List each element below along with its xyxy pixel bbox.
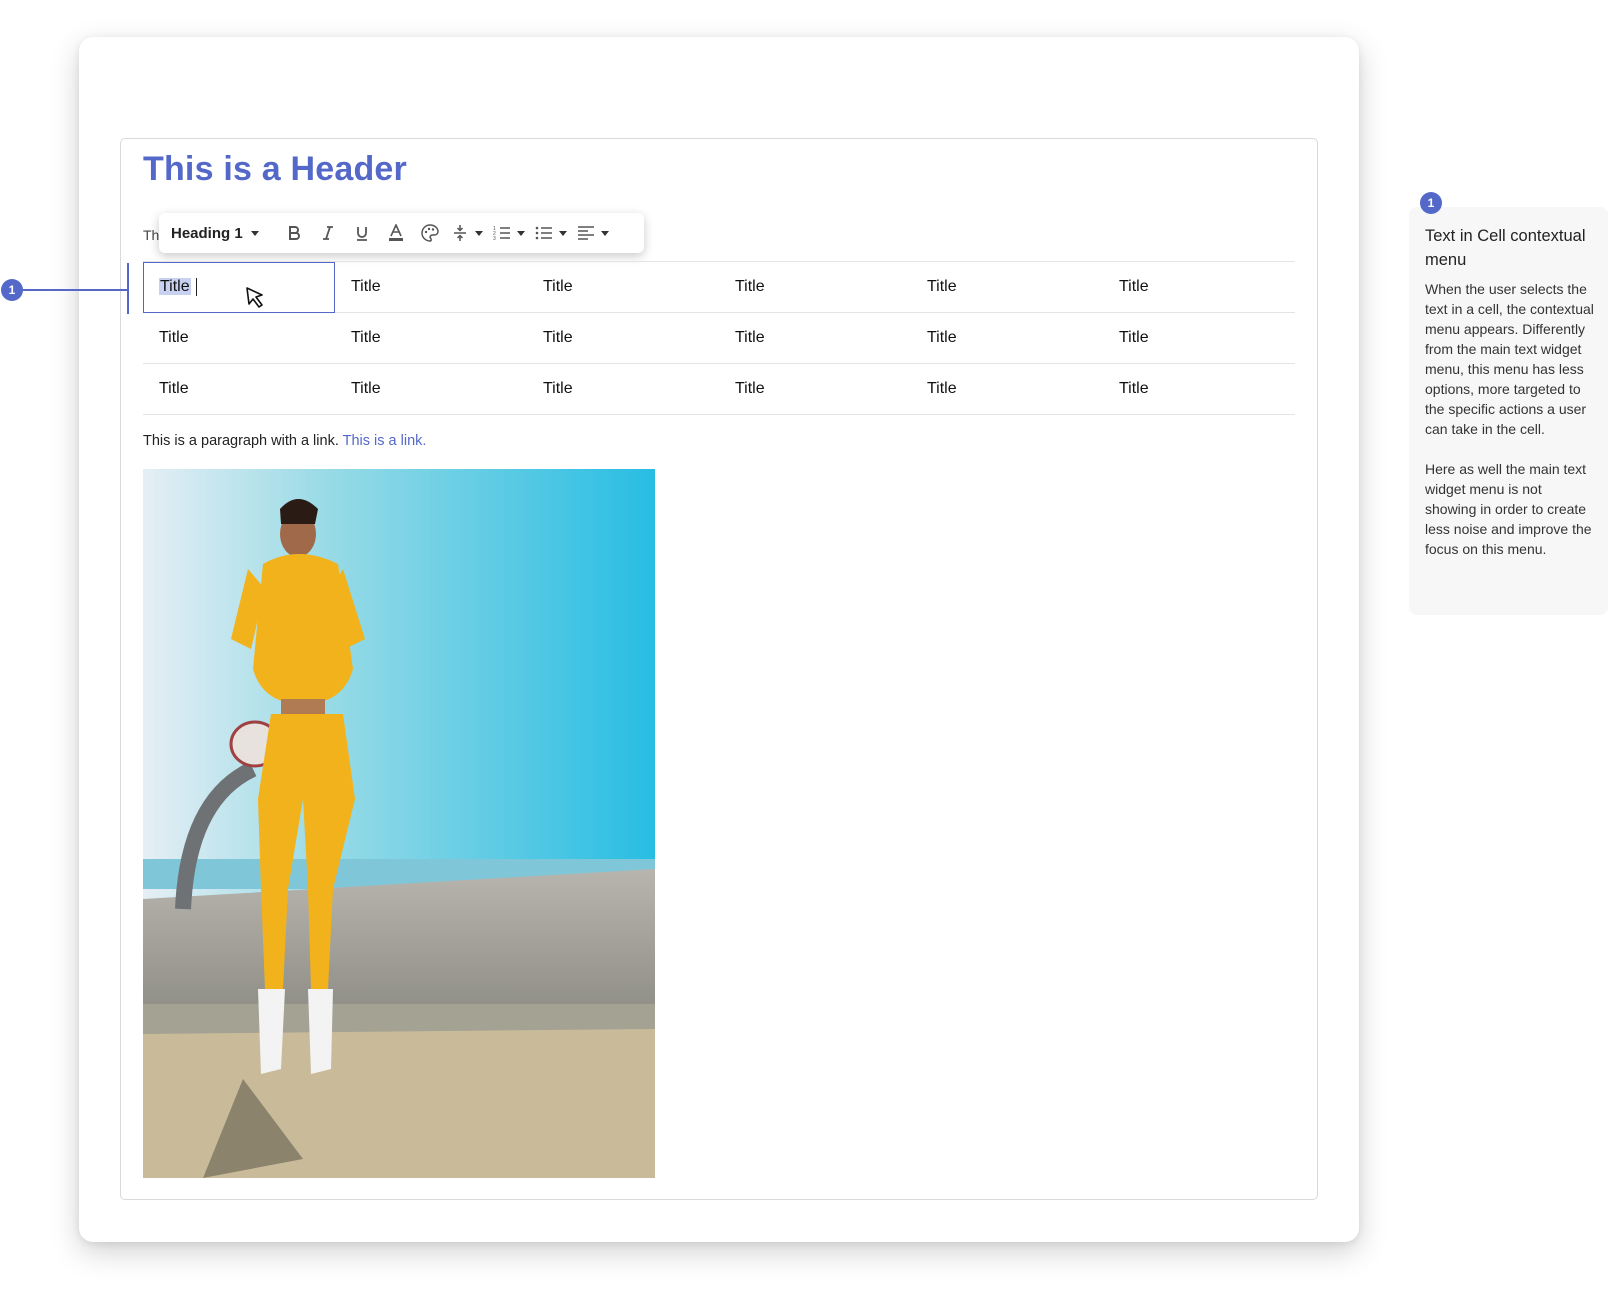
table-cell[interactable]: Title xyxy=(527,312,719,364)
table-cell[interactable]: Title xyxy=(719,312,911,364)
chevron-down-icon xyxy=(558,230,567,236)
table-cell[interactable]: Title xyxy=(335,261,527,313)
table-cell[interactable]: Title xyxy=(1103,312,1295,364)
bold-button[interactable] xyxy=(277,216,311,250)
chevron-down-icon xyxy=(250,230,259,236)
align-left-icon xyxy=(577,226,594,240)
palette-icon xyxy=(421,224,439,242)
underline-icon xyxy=(356,227,367,241)
bold-icon xyxy=(288,226,300,240)
table-cell[interactable]: Title xyxy=(719,363,911,415)
table-cell[interactable]: Title xyxy=(1103,363,1295,415)
table-cell-selected[interactable]: Title xyxy=(143,261,335,313)
italic-icon xyxy=(322,226,333,240)
svg-text:3: 3 xyxy=(493,236,496,241)
numbered-list-dropdown[interactable]: 123 xyxy=(489,216,531,250)
line-height-icon xyxy=(453,225,466,241)
partial-text: Th xyxy=(143,227,160,243)
annotation-title: Text in Cell contextual menu xyxy=(1425,227,1586,269)
callout-connector xyxy=(22,289,128,291)
mouse-pointer-icon xyxy=(246,287,263,308)
cell-selection-outline xyxy=(143,262,335,313)
table-cell[interactable]: Title xyxy=(143,363,335,415)
table-cell[interactable]: Title xyxy=(911,261,1103,313)
callout-bracket xyxy=(127,263,129,314)
table-cell[interactable]: Title xyxy=(527,261,719,313)
paragraph[interactable]: This is a paragraph with a link. This is… xyxy=(143,433,426,449)
text-style-dropdown[interactable]: Heading 1 xyxy=(171,225,259,242)
paragraph-link[interactable]: This is a link. xyxy=(343,433,427,449)
annotation-body: When the user selects the text in a cell… xyxy=(1425,281,1594,557)
underline-button[interactable] xyxy=(345,216,379,250)
chevron-down-icon xyxy=(474,230,483,236)
table-cell[interactable]: Title xyxy=(335,363,527,415)
table-cell[interactable]: Title xyxy=(527,363,719,415)
bulleted-list-dropdown[interactable] xyxy=(531,216,573,250)
table-cell[interactable]: Title xyxy=(911,312,1103,364)
photo-image[interactable] xyxy=(143,469,655,1178)
bulleted-list-icon xyxy=(535,226,552,240)
text-color-button[interactable] xyxy=(379,216,413,250)
palette-button[interactable] xyxy=(413,216,447,250)
italic-button[interactable] xyxy=(311,216,345,250)
cell-contextual-menu: Heading 1 123 xyxy=(159,213,644,253)
table-cell[interactable]: Title xyxy=(1103,261,1295,313)
chevron-down-icon xyxy=(516,230,525,236)
table-cell[interactable]: Title xyxy=(143,312,335,364)
document-header[interactable]: This is a Header xyxy=(143,150,407,189)
callout-marker: 1 xyxy=(1,279,23,301)
table-cell[interactable]: Title xyxy=(719,261,911,313)
paragraph-text: This is a paragraph with a link. xyxy=(143,433,339,449)
table-row: Title Title Title Title Title Title xyxy=(143,261,1295,313)
annotation-number: 1 xyxy=(1420,192,1442,214)
alignment-dropdown[interactable] xyxy=(573,216,615,250)
chevron-down-icon xyxy=(600,230,609,236)
text-color-icon xyxy=(388,224,403,241)
table-row: Title Title Title Title Title Title xyxy=(143,312,1295,364)
content-table: Title Title Title Title Title Title Titl… xyxy=(143,261,1295,415)
table-row: Title Title Title Title Title Title xyxy=(143,363,1295,415)
numbered-list-icon: 123 xyxy=(493,226,510,241)
table-cell[interactable]: Title xyxy=(911,363,1103,415)
table-cell[interactable]: Title xyxy=(335,312,527,364)
line-height-dropdown[interactable] xyxy=(447,216,489,250)
text-style-label: Heading 1 xyxy=(171,224,243,242)
